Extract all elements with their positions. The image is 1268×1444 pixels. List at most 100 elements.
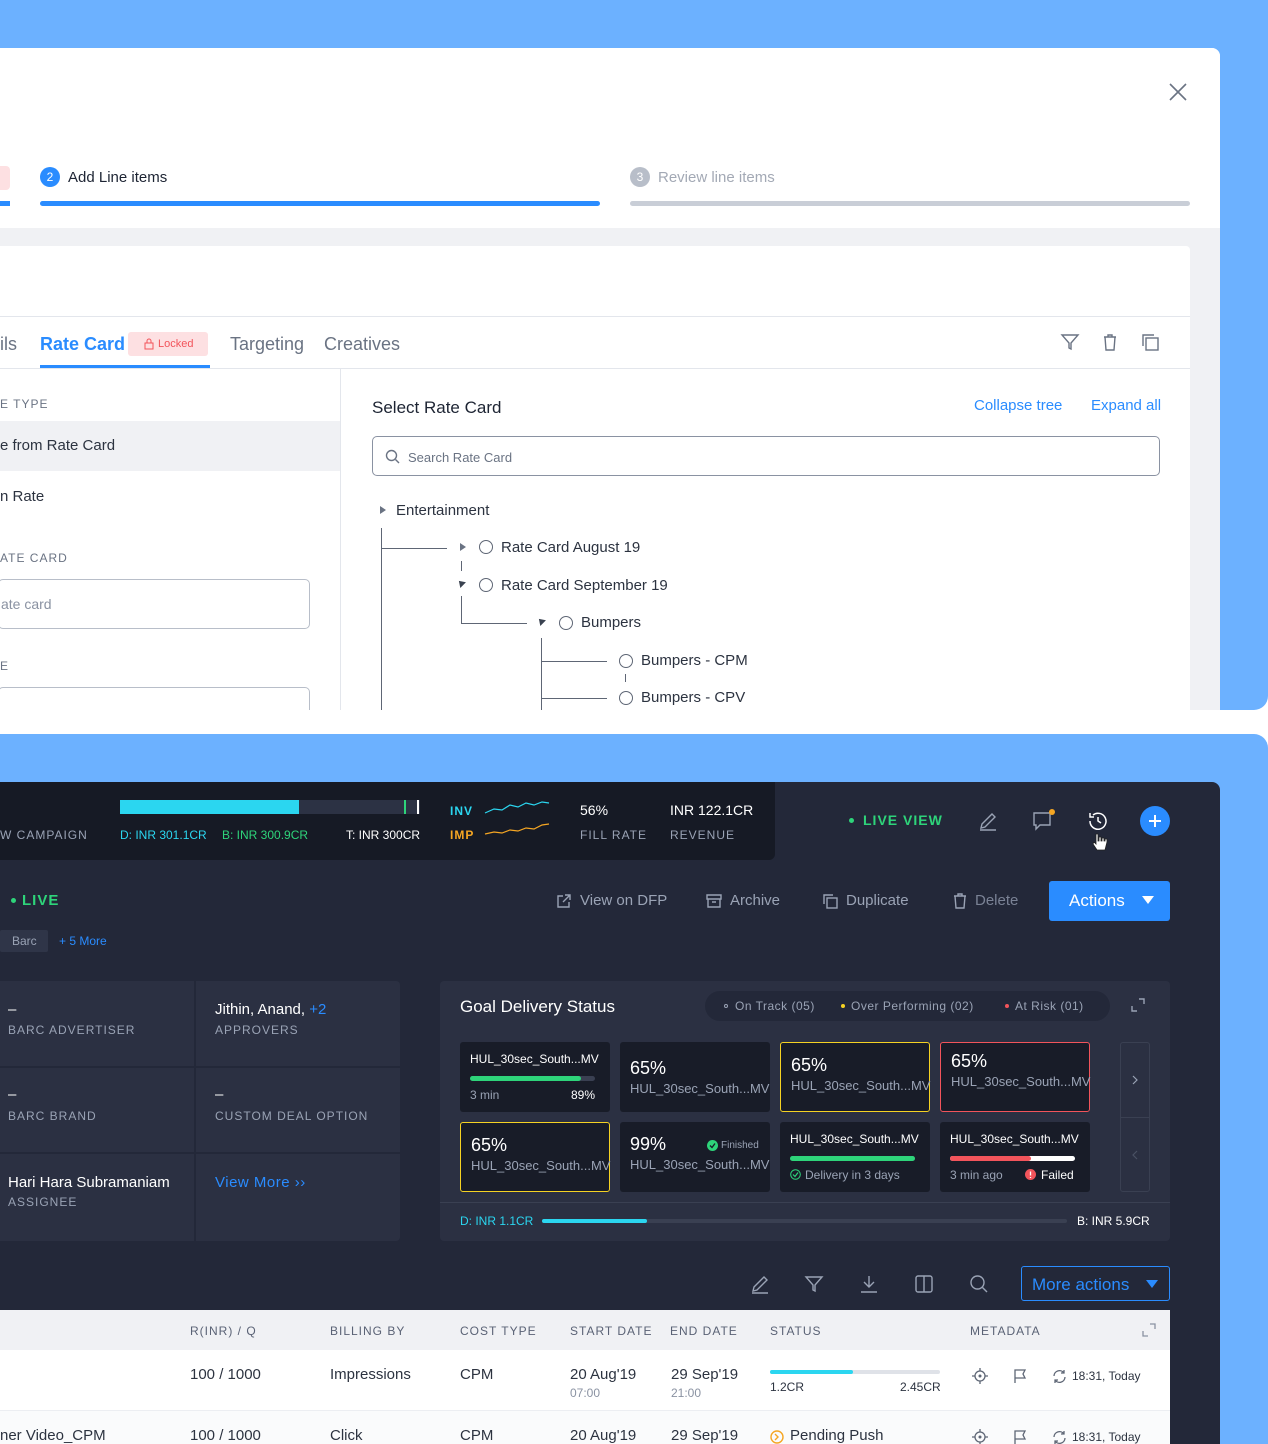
- expand-all-link[interactable]: Expand all: [1091, 397, 1161, 414]
- col-status[interactable]: STATUS: [770, 1324, 822, 1338]
- tab-details[interactable]: ils: [0, 334, 17, 355]
- copy-icon[interactable]: [1140, 332, 1160, 352]
- left-column: E TYPE e from Rate Card n Rate ATE CARD …: [0, 369, 340, 710]
- archive-button[interactable]: Archive: [730, 892, 780, 909]
- goal-tile[interactable]: 65% HUL_30sec_South...MV: [780, 1042, 930, 1112]
- step2-label[interactable]: Add Line items: [68, 169, 167, 186]
- tree-line: [461, 596, 462, 624]
- over-label: Over Performing (02): [851, 999, 974, 1013]
- tab-targeting[interactable]: Targeting: [230, 334, 304, 355]
- close-icon[interactable]: [1168, 82, 1188, 102]
- radio-bumpers[interactable]: [559, 616, 573, 630]
- comment-icon[interactable]: [1032, 808, 1056, 832]
- table-row[interactable]: 100 / 1000 Impressions CPM 20 Aug'19 07:…: [0, 1350, 1170, 1410]
- goal-tile[interactable]: 65% HUL_30sec_South...MV: [620, 1042, 770, 1112]
- filter-icon[interactable]: [1060, 332, 1080, 352]
- download-icon[interactable]: [859, 1274, 879, 1294]
- target-icon[interactable]: [972, 1368, 988, 1384]
- target-icon[interactable]: [972, 1429, 988, 1444]
- goal-tile[interactable]: 99% HUL_30sec_South...MV Finished: [620, 1122, 770, 1192]
- radio-rate-card-aug[interactable]: [479, 540, 493, 554]
- goal-tile[interactable]: HUL_30sec_South...MV 3 min ago Failed: [940, 1122, 1090, 1192]
- tile-note: Delivery in 3 days: [805, 1168, 900, 1182]
- filter-icon[interactable]: [804, 1274, 824, 1294]
- tree-bumpers[interactable]: Bumpers: [581, 614, 641, 631]
- second-input[interactable]: [0, 687, 310, 710]
- tree-bumpers-cpm[interactable]: Bumpers - CPM: [641, 652, 748, 669]
- collapse-tree-link[interactable]: Collapse tree: [974, 397, 1062, 414]
- trash-icon[interactable]: [1100, 332, 1120, 352]
- booked-value: B: INR 300.9CR: [222, 828, 309, 842]
- collapse-arrow-icon[interactable]: [536, 616, 546, 626]
- edit-icon[interactable]: [750, 1274, 770, 1294]
- step3-label[interactable]: Review line items: [658, 169, 775, 186]
- tree-rate-card-august[interactable]: Rate Card August 19: [501, 539, 640, 556]
- live-view-toggle[interactable]: LIVE VIEW: [863, 812, 943, 828]
- search-rate-card-input[interactable]: Search Rate Card: [372, 436, 1160, 476]
- columns-icon[interactable]: [914, 1274, 934, 1294]
- radio-rate-card-sep[interactable]: [479, 578, 493, 592]
- ratecard-placeholder: ate card: [1, 596, 52, 612]
- chevron-left-icon[interactable]: [1131, 1149, 1139, 1161]
- edit-icon[interactable]: [978, 811, 998, 831]
- tree-line: [625, 674, 626, 682]
- approvers-more[interactable]: +2: [309, 1001, 326, 1018]
- flag-icon[interactable]: [1012, 1429, 1028, 1444]
- goal-tile[interactable]: HUL_30sec_South...MV Delivery in 3 days: [780, 1122, 930, 1192]
- tile-status: Failed: [1041, 1168, 1074, 1182]
- radio-bumpers-cpv[interactable]: [619, 691, 633, 705]
- add-button[interactable]: [1140, 806, 1170, 836]
- col-metadata[interactable]: METADATA: [970, 1324, 1041, 1338]
- history-icon[interactable]: [1087, 810, 1109, 832]
- expand-arrow-icon[interactable]: [460, 543, 466, 551]
- col-end-date[interactable]: END DATE: [670, 1324, 738, 1338]
- col-start-date[interactable]: START DATE: [570, 1324, 652, 1338]
- deal-label: CUSTOM DEAL OPTION: [215, 1109, 369, 1123]
- revenue-label: REVENUE: [670, 828, 736, 842]
- column-divider: [340, 369, 341, 710]
- tab-creatives[interactable]: Creatives: [324, 334, 400, 355]
- goal-tile[interactable]: HUL_30sec_South...MV 3 min 89%: [460, 1042, 610, 1112]
- goal-progress: [542, 1219, 1067, 1223]
- option-rate-card[interactable]: e from Rate Card: [0, 421, 340, 471]
- search-icon[interactable]: [969, 1274, 989, 1294]
- expand-arrow-icon[interactable]: [380, 506, 386, 514]
- chevron-right-icon[interactable]: [1131, 1074, 1139, 1086]
- panel-rate-card: 2 Add Line items 3 Review line items ils…: [0, 0, 1268, 710]
- radio-bumpers-cpm[interactable]: [619, 654, 633, 668]
- more-actions-button[interactable]: More actions: [1021, 1266, 1170, 1301]
- tree-line: [381, 548, 447, 549]
- expand-icon[interactable]: [1130, 997, 1146, 1013]
- table-row[interactable]: ner Video_CPM 100 / 1000 Click CPM 20 Au…: [0, 1410, 1170, 1444]
- option-rate-label[interactable]: n Rate: [0, 488, 44, 505]
- view-on-dfp-button[interactable]: View on DFP: [580, 892, 667, 909]
- col-rq[interactable]: R(INR) / Q: [190, 1324, 257, 1338]
- budget-progress-fill: [120, 800, 299, 814]
- tree-bumpers-cpv[interactable]: Bumpers - CPV: [641, 689, 745, 706]
- expand-icon[interactable]: [1142, 1323, 1156, 1337]
- tile-time: 3 min: [470, 1088, 500, 1102]
- step2-bar: [40, 201, 600, 206]
- col-billing[interactable]: BILLING BY: [330, 1324, 405, 1338]
- sync-icon: [1053, 1431, 1066, 1444]
- tag-barc-label: Barc: [12, 934, 37, 948]
- actions-button[interactable]: Actions: [1049, 881, 1170, 921]
- goal-tile[interactable]: 65% HUL_30sec_South...MV: [460, 1122, 610, 1192]
- tree-entertainment[interactable]: Entertainment: [396, 502, 489, 519]
- delete-button[interactable]: Delete: [975, 892, 1018, 909]
- grid-divider: [0, 1066, 400, 1068]
- col-cost-type[interactable]: COST TYPE: [460, 1324, 537, 1338]
- ratecard-input[interactable]: ate card: [0, 579, 310, 629]
- flag-icon[interactable]: [1012, 1368, 1028, 1384]
- tree-rate-card-september[interactable]: Rate Card September 19: [501, 577, 668, 594]
- more-tags-link[interactable]: + 5 More: [59, 934, 107, 948]
- tile-name: HUL_30sec_South...MV: [470, 1052, 599, 1066]
- collapse-arrow-icon[interactable]: [456, 578, 466, 588]
- hand-cursor-icon: [1092, 833, 1108, 851]
- goal-delivery-card: Goal Delivery Status On Track (05) Over …: [440, 981, 1170, 1241]
- goal-tile[interactable]: 65% HUL_30sec_South...MV: [940, 1042, 1090, 1112]
- tag-barc[interactable]: Barc: [0, 930, 48, 952]
- view-more-link[interactable]: View More ››: [215, 1174, 306, 1191]
- duplicate-button[interactable]: Duplicate: [846, 892, 909, 909]
- tab-rate-card[interactable]: Rate Card: [40, 334, 125, 355]
